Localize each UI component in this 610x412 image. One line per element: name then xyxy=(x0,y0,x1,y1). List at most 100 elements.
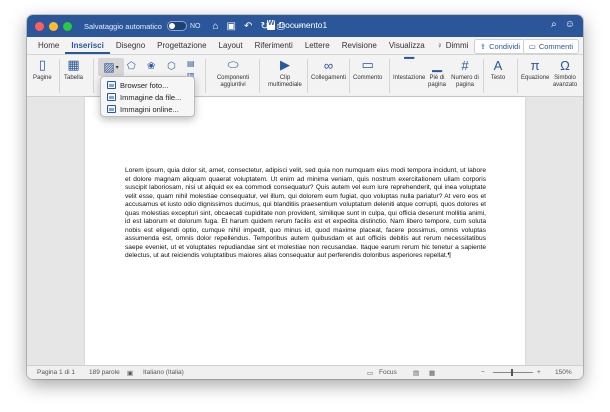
share-button[interactable]: ⇪ Condividi xyxy=(473,39,526,54)
pictures-menu: Browser foto... Immagine da file... Imma… xyxy=(100,76,195,117)
shapes-icon[interactable]: ⬠ xyxy=(127,61,136,72)
header-label: Intestazione xyxy=(393,75,426,81)
links-button[interactable]: ∞ Collegamenti xyxy=(311,57,346,82)
search-icon[interactable]: ⌕ xyxy=(551,19,557,30)
text-button[interactable]: A Testo xyxy=(489,57,507,82)
language[interactable]: Italiano (Italia) xyxy=(143,369,184,376)
title-bar: Salvataggio automatico NO ⌂ ▣ ↶ ↻ ⎙ ⋯ Do… xyxy=(27,15,583,37)
pictures-button[interactable]: ▨ ▾ xyxy=(98,58,124,76)
equation-button[interactable]: π Equazione xyxy=(521,57,549,82)
media-button[interactable]: ▶ Clip multimediale xyxy=(267,57,303,89)
word-count[interactable]: 189 parole xyxy=(89,369,120,376)
addins-button[interactable]: ⬭ Componenti aggiuntivi xyxy=(213,57,253,89)
footer-icon: ▁ xyxy=(432,57,442,72)
media-label: Clip multimediale xyxy=(268,75,302,88)
tab-tell-me[interactable]: ♀ Dimmi xyxy=(431,38,475,54)
header-icon: ▔ xyxy=(404,57,415,72)
menu-item-label: Immagini online... xyxy=(120,104,179,114)
table-button[interactable]: ▦ Tabella xyxy=(64,57,83,82)
addins-icon: ⬭ xyxy=(227,57,239,72)
symbol-label: Simbolo avanzato xyxy=(552,75,578,88)
picture-icon: ▨ xyxy=(103,60,115,74)
menu-item-picture-from-file[interactable]: Immagine da file... xyxy=(101,91,194,103)
pages-label: Pagine xyxy=(33,75,52,81)
share-icon: ⇪ xyxy=(479,42,487,51)
save-icon[interactable]: ▣ xyxy=(227,21,236,32)
document-title-text: Documento1 xyxy=(279,20,328,30)
ribbon-divider xyxy=(205,59,206,93)
share-label: Condividi xyxy=(489,42,520,51)
header-button[interactable]: ▔ Intestazione xyxy=(393,57,425,82)
zoom-slider-thumb[interactable] xyxy=(511,369,513,376)
page-number-label: Numero di pagina xyxy=(451,75,479,88)
menu-item-label: Immagine da file... xyxy=(120,92,182,102)
tab-view[interactable]: Visualizza xyxy=(383,38,431,54)
tab-insert[interactable]: Inserisci xyxy=(65,38,110,54)
zoom-out-icon[interactable]: − xyxy=(481,369,485,376)
ribbon-divider xyxy=(259,59,260,93)
link-icon: ∞ xyxy=(323,57,334,73)
comments-button[interactable]: ▭ Commenti xyxy=(522,39,579,54)
menu-item-online-pictures[interactable]: Immagini online... xyxy=(101,103,194,115)
text-label: Testo xyxy=(490,75,506,81)
autosave-toggle[interactable] xyxy=(166,21,187,31)
document-page[interactable]: Lorem ipsum, quia dolor sit, amet, conse… xyxy=(85,97,525,365)
tab-layout[interactable]: Layout xyxy=(213,38,249,54)
home-icon[interactable]: ⌂ xyxy=(212,21,218,32)
comment-icon: ▭ xyxy=(528,42,536,51)
icons-icon[interactable]: ❀ xyxy=(147,61,155,72)
proofing-icon[interactable]: ▣ xyxy=(127,369,133,377)
zoom-in-icon[interactable]: + xyxy=(537,369,541,376)
undo-icon[interactable]: ↶ xyxy=(244,21,252,32)
ribbon-divider xyxy=(389,59,390,93)
equation-label: Equazione xyxy=(521,75,550,81)
page-count[interactable]: Pagina 1 di 1 xyxy=(37,369,75,376)
comment-button[interactable]: ▭ Commento xyxy=(353,57,382,82)
ribbon-divider xyxy=(307,59,308,93)
tab-references[interactable]: Riferimenti xyxy=(249,38,299,54)
window-controls xyxy=(35,21,72,31)
comments-label: Commenti xyxy=(538,42,573,51)
ribbon-divider xyxy=(93,59,94,93)
photo-browser-icon xyxy=(107,81,116,89)
links-label: Collegamenti xyxy=(311,75,347,81)
zoom-window-button[interactable] xyxy=(63,21,72,31)
focus-icon[interactable]: ▭ xyxy=(367,369,373,377)
close-window-button[interactable] xyxy=(35,21,44,31)
zoom-slider[interactable] xyxy=(493,372,533,373)
tab-draw[interactable]: Disegno xyxy=(110,38,151,54)
smartart-icon[interactable]: ▤ xyxy=(187,59,195,68)
minimize-window-button[interactable] xyxy=(49,21,58,31)
new-comment-icon: ▭ xyxy=(361,57,374,72)
account-icon[interactable]: ☺ xyxy=(565,19,575,30)
symbol-button[interactable]: Ω Simbolo avanzato xyxy=(551,57,579,89)
table-label: Tabella xyxy=(64,75,84,81)
document-canvas[interactable]: Lorem ipsum, quia dolor sit, amet, conse… xyxy=(27,97,583,365)
tab-design[interactable]: Progettazione xyxy=(151,38,212,54)
chevron-down-icon: ▾ xyxy=(115,64,119,71)
online-pictures-icon xyxy=(107,105,116,113)
menu-item-label: Browser foto... xyxy=(120,80,169,90)
focus-label[interactable]: Focus xyxy=(379,369,397,376)
status-bar: Pagina 1 di 1 189 parole ▣ Italiano (Ita… xyxy=(27,365,583,379)
zoom-level[interactable]: 150% xyxy=(555,369,572,376)
picture-file-icon xyxy=(107,93,116,101)
ribbon-divider xyxy=(517,59,518,93)
lightbulb-icon: ♀ xyxy=(436,41,443,50)
video-icon: ▶ xyxy=(280,57,290,72)
page-number-button[interactable]: # Numero di pagina xyxy=(451,57,479,89)
web-layout-icon[interactable]: ▦ xyxy=(429,369,435,377)
document-body-text[interactable]: Lorem ipsum, quia dolor sit, amet, conse… xyxy=(125,167,486,261)
tab-home[interactable]: Home xyxy=(32,38,65,54)
tab-mailings[interactable]: Lettere xyxy=(299,38,336,54)
word-window: Salvataggio automatico NO ⌂ ▣ ↶ ↻ ⎙ ⋯ Do… xyxy=(27,15,583,379)
pages-button[interactable]: ▯ Pagine xyxy=(33,57,52,82)
3d-models-icon[interactable]: ⬡ xyxy=(167,61,176,72)
comment-label: Commento xyxy=(353,75,383,81)
tab-review[interactable]: Revisione xyxy=(336,38,383,54)
footer-button[interactable]: ▁ Piè di pagina xyxy=(427,57,447,89)
tab-tell-me-label: Dimmi xyxy=(445,41,469,50)
footer-label: Piè di pagina xyxy=(427,75,447,88)
print-layout-icon[interactable]: ▤ xyxy=(413,369,419,377)
menu-item-photo-browser[interactable]: Browser foto... xyxy=(101,79,194,91)
